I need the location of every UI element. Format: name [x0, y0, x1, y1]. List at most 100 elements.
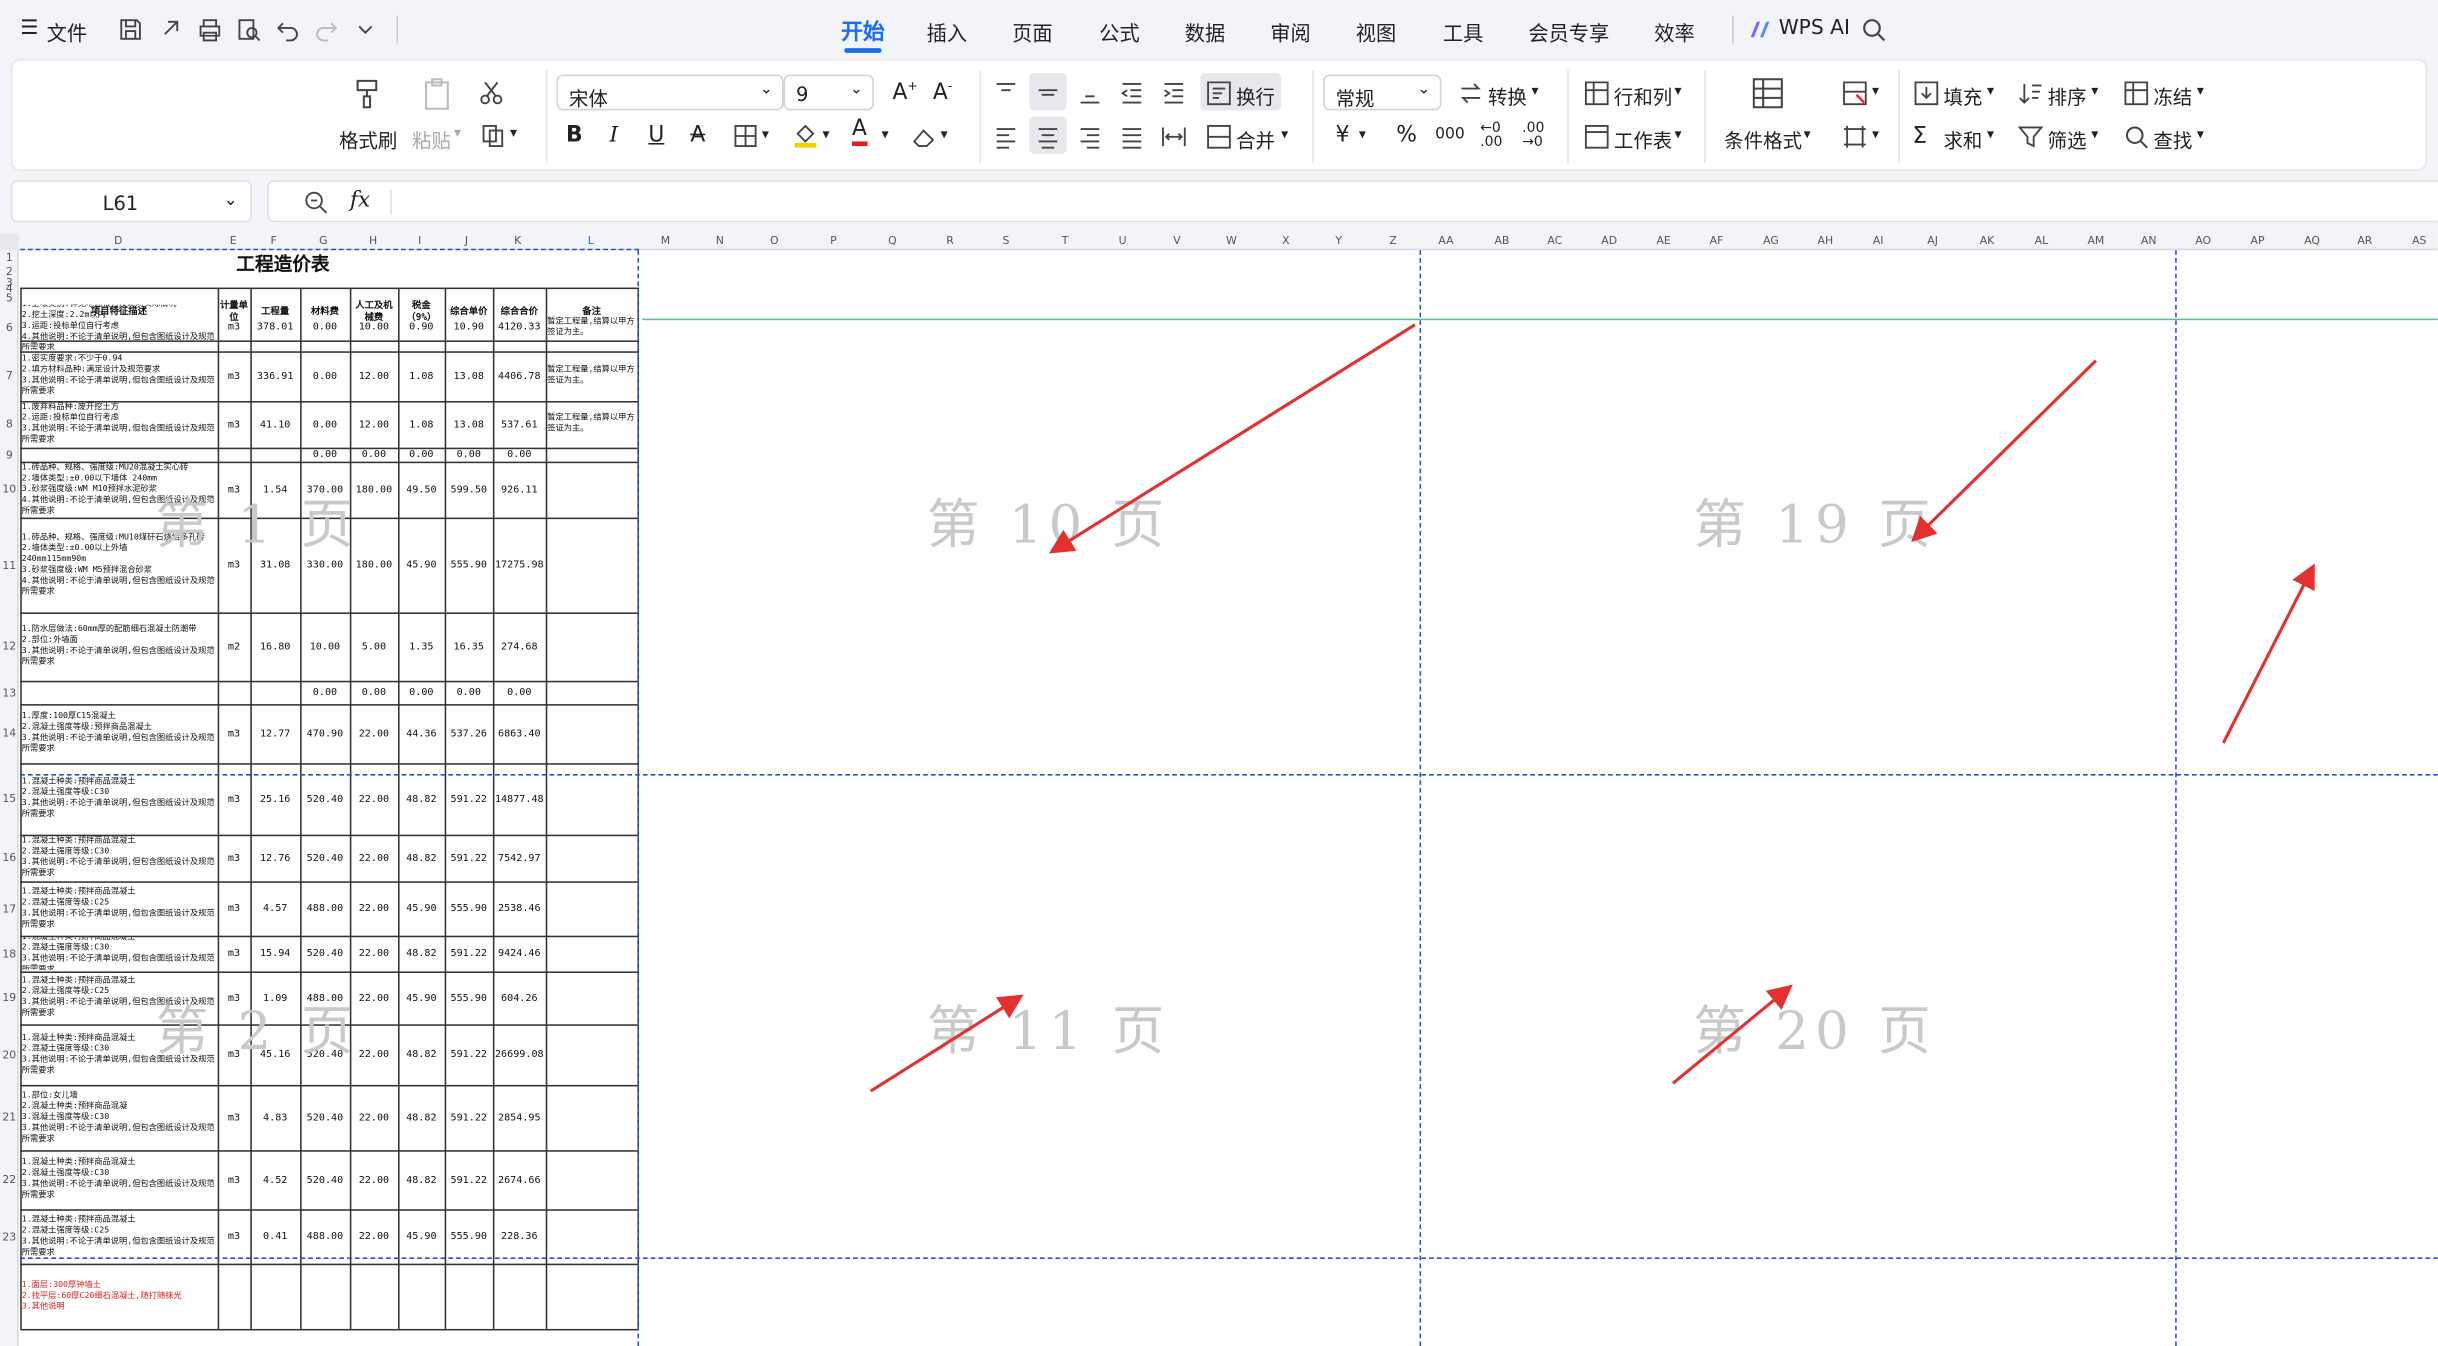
align-right-icon[interactable]	[1076, 123, 1104, 151]
zoom-formula-icon[interactable]	[302, 188, 330, 216]
wps-ai-button[interactable]: WPS AI	[1779, 17, 1850, 40]
rows-columns-icon[interactable]	[1583, 79, 1611, 107]
format-painter-icon[interactable]	[348, 75, 385, 112]
conditional-format-dropdown-icon[interactable]: ▾	[1804, 127, 1811, 143]
align-left-icon[interactable]	[992, 123, 1020, 151]
fill-button[interactable]: 填充	[1944, 81, 1983, 111]
paste-label[interactable]: 粘贴	[412, 124, 451, 154]
tab-tools[interactable]: 工具	[1443, 17, 1483, 46]
merge-button[interactable]: 合并	[1236, 124, 1275, 154]
tab-view[interactable]: 视图	[1356, 17, 1396, 46]
number-format-select[interactable]: 常规 ⌄	[1323, 74, 1442, 111]
convert-icon[interactable]	[1457, 79, 1485, 107]
tab-page[interactable]: 页面	[1012, 17, 1052, 46]
tab-member[interactable]: 会员专享	[1528, 17, 1609, 46]
freeze-dropdown-icon[interactable]: ▾	[2197, 84, 2204, 100]
filter-dropdown-icon[interactable]: ▾	[2091, 127, 2098, 143]
filter-button[interactable]: 筛选	[2048, 124, 2087, 154]
decrease-font-icon[interactable]: A-	[933, 79, 952, 105]
rows-columns-dropdown-icon[interactable]: ▾	[1675, 84, 1682, 100]
clear-eraser-icon[interactable]	[910, 123, 938, 151]
search-icon[interactable]	[1860, 16, 1888, 44]
worksheet-dropdown-icon[interactable]: ▾	[1675, 127, 1682, 143]
sum-button[interactable]: 求和	[1944, 124, 1983, 154]
cell-style-icon[interactable]	[1841, 79, 1869, 107]
quick-access-dropdown-icon[interactable]	[351, 16, 379, 44]
share-icon[interactable]	[157, 16, 185, 44]
clear-dropdown-icon[interactable]: ▾	[941, 127, 948, 143]
align-middle-icon[interactable]	[1034, 79, 1062, 107]
increase-indent-icon[interactable]	[1160, 79, 1188, 107]
fill-color-dropdown-icon[interactable]: ▾	[822, 127, 829, 143]
filter-icon[interactable]	[2017, 123, 2045, 151]
copy-icon[interactable]	[479, 121, 507, 149]
increase-font-icon[interactable]: A+	[892, 79, 917, 105]
sum-dropdown-icon[interactable]: ▾	[1987, 127, 1994, 143]
align-bottom-icon[interactable]	[1076, 79, 1104, 107]
merge-cells-icon[interactable]	[1205, 123, 1233, 151]
wrap-text-button[interactable]: 换行	[1236, 81, 1275, 111]
font-color-icon[interactable]: A	[852, 117, 867, 147]
borders-dropdown-icon[interactable]: ▾	[762, 127, 769, 143]
font-size-select[interactable]: 9 ⌄	[783, 74, 874, 111]
tab-data[interactable]: 数据	[1185, 17, 1225, 46]
fill-color-icon[interactable]	[791, 120, 819, 148]
justify-icon[interactable]	[1118, 123, 1146, 151]
sort-icon[interactable]	[2017, 79, 2045, 107]
distribute-icon[interactable]	[1160, 123, 1188, 151]
conditional-format-icon[interactable]	[1749, 75, 1786, 112]
save-icon[interactable]	[117, 16, 145, 44]
sum-icon[interactable]: Σ	[1912, 121, 1927, 149]
sort-button[interactable]: 排序	[2048, 81, 2087, 111]
italic-icon[interactable]: I	[609, 123, 618, 148]
hamburger-menu-icon[interactable]: ☰	[20, 17, 38, 40]
underline-icon[interactable]: U	[648, 123, 664, 148]
formula-input[interactable]: fx	[267, 180, 2438, 223]
redo-icon[interactable]	[313, 16, 341, 44]
thousands-separator-icon[interactable]: 000	[1435, 126, 1465, 143]
percent-icon[interactable]: %	[1396, 123, 1417, 148]
font-name-select[interactable]: 宋体 ⌄	[556, 74, 784, 111]
convert-dropdown-icon[interactable]: ▾	[1531, 84, 1538, 100]
file-menu[interactable]: 文件	[47, 17, 87, 46]
merge-dropdown-icon[interactable]: ▾	[1281, 127, 1288, 143]
currency-icon[interactable]: ¥	[1336, 123, 1350, 148]
copy-dropdown-icon[interactable]: ▾	[510, 126, 517, 142]
decrease-decimal-icon[interactable]: .00 →0	[1522, 122, 1544, 151]
print-icon[interactable]	[196, 16, 224, 44]
currency-dropdown-icon[interactable]: ▾	[1359, 127, 1366, 143]
freeze-button[interactable]: 冻结	[2153, 81, 2192, 111]
sheet-grid[interactable]: D E F G H I J K L M N O P Q R S T U V W X Y Z AA AB AC AD AE AF AG AH A…	[0, 233, 2438, 1346]
convert-button[interactable]: 转换	[1488, 81, 1527, 111]
format-painter-label[interactable]: 格式刷	[339, 124, 397, 154]
tab-formula[interactable]: 公式	[1099, 17, 1139, 46]
fill-icon[interactable]	[1912, 79, 1940, 107]
align-center-icon[interactable]	[1034, 123, 1062, 151]
align-top-icon[interactable]	[992, 79, 1020, 107]
borders-icon[interactable]	[732, 123, 760, 151]
conditional-format-button[interactable]: 条件格式	[1724, 124, 1802, 154]
find-button[interactable]: 查找	[2153, 124, 2192, 154]
increase-decimal-icon[interactable]: ←0.00	[1480, 122, 1502, 151]
find-dropdown-icon[interactable]: ▾	[2197, 127, 2204, 143]
wrap-text-icon[interactable]	[1205, 79, 1233, 107]
fill-dropdown-icon[interactable]: ▾	[1987, 84, 1994, 100]
fx-icon[interactable]: fx	[350, 188, 370, 213]
tab-insert[interactable]: 插入	[927, 17, 967, 46]
worksheet-button[interactable]: 工作表	[1614, 124, 1672, 154]
strikethrough-icon[interactable]: A	[690, 123, 705, 148]
bold-icon[interactable]: B	[566, 123, 583, 148]
tab-efficiency[interactable]: 效率	[1654, 17, 1694, 46]
freeze-icon[interactable]	[2122, 79, 2150, 107]
print-preview-icon[interactable]	[235, 16, 263, 44]
tab-review[interactable]: 审阅	[1270, 17, 1310, 46]
cut-icon[interactable]	[477, 79, 505, 107]
tab-home[interactable]: 开始	[841, 16, 885, 47]
font-color-dropdown-icon[interactable]: ▾	[882, 127, 889, 143]
decrease-indent-icon[interactable]	[1118, 79, 1146, 107]
cell-format-dropdown-icon[interactable]: ▾	[1872, 127, 1879, 143]
cell-format-icon[interactable]	[1841, 123, 1869, 151]
wps-ai-icon[interactable]	[1748, 17, 1773, 42]
paste-dropdown-icon[interactable]: ▾	[454, 126, 461, 142]
undo-icon[interactable]	[274, 16, 302, 44]
